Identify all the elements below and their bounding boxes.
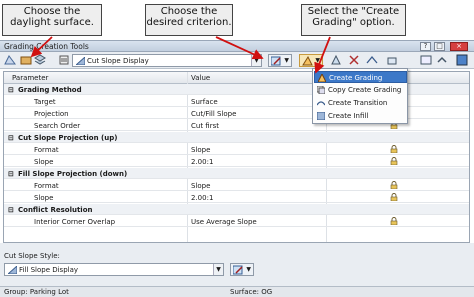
status-bar: Group: Parking Lot Surface: OG [0, 286, 474, 297]
parameter-value[interactable]: Cut first [191, 122, 219, 130]
restore-icon[interactable]: □ [434, 42, 445, 51]
collapse-icon[interactable] [436, 54, 448, 66]
layers-icon[interactable] [34, 54, 46, 66]
chevron-down-icon: ▼ [315, 57, 320, 64]
collapse-toggle-icon[interactable]: ⊟ [8, 170, 18, 178]
criteria-combo-value: Cut Slope Display [87, 57, 149, 65]
parameter-label: Cut Slope Projection (up) [18, 133, 118, 142]
chevron-down-icon[interactable]: ▼ [213, 264, 223, 275]
edit-criteria-button[interactable]: ▼ [268, 54, 292, 67]
slope-icon [76, 57, 85, 65]
parameter-label: Format [34, 181, 59, 190]
delete-grading-icon[interactable] [348, 54, 360, 66]
callout-create-grading: Select the "Create Grading" option. [301, 4, 406, 36]
parameter-value[interactable]: Slope [191, 182, 210, 190]
parameter-value[interactable]: 2.00:1 [191, 158, 213, 166]
parameter-value[interactable]: Surface [191, 98, 218, 106]
callout-daylight-surface: Choose the daylight surface. [2, 4, 102, 36]
grid-property-row[interactable]: Slope 2.00:1 [4, 156, 469, 167]
window-title: Grading Creation Tools [4, 42, 89, 51]
parameter-label: Conflict Resolution [18, 205, 93, 214]
callout-text: Choose the daylight surface. [10, 6, 94, 28]
grid-property-row[interactable]: Format Slope [4, 180, 469, 191]
grid-property-row[interactable]: Interior Corner Overlap Use Average Slope [4, 216, 469, 227]
menu-item-create-transition[interactable]: Create Transition [314, 97, 407, 109]
callout-criterion: Choose the desired criterion. [145, 4, 233, 36]
collapse-toggle-icon[interactable]: ⊟ [8, 86, 18, 94]
callout-text: Select the "Create Grading" option. [307, 6, 400, 28]
chevron-down-icon: ▼ [246, 266, 251, 273]
copy-grading-icon [317, 86, 325, 94]
menu-item-copy-create-grading[interactable]: Copy Create Grading [314, 84, 407, 96]
grid-property-row[interactable]: Slope 2.00:1 [4, 192, 469, 203]
infill-icon [317, 112, 325, 120]
lock-icon[interactable] [390, 145, 398, 153]
callout-text: Choose the desired criterion. [146, 6, 232, 28]
style-combo-value: Fill Slope Display [19, 266, 79, 274]
parameter-value[interactable]: 2.00:1 [191, 194, 213, 202]
parameter-label: Slope [34, 157, 54, 166]
menu-item-label: Copy Create Grading [328, 86, 402, 94]
status-group: Group: Parking Lot [4, 288, 69, 296]
lock-icon[interactable] [390, 193, 398, 201]
style-label: Cut Slope Style: [4, 252, 60, 260]
header-value: Value [191, 74, 211, 82]
parameter-label: Slope [34, 193, 54, 202]
chevron-down-icon[interactable]: ▼ [251, 55, 261, 66]
display-settings-icon[interactable] [420, 54, 432, 66]
edit-style-button[interactable]: ▼ [230, 263, 254, 276]
style-panel: Cut Slope Style: Fill Slope Display ▼ ▼ [0, 243, 474, 288]
parameter-label: Interior Corner Overlap [34, 217, 116, 226]
parameter-value[interactable]: Cut/Fill Slope [191, 110, 236, 118]
grid-property-row[interactable]: Format Slope [4, 144, 469, 155]
create-grading-icon [318, 74, 326, 82]
lock-icon[interactable] [390, 217, 398, 225]
edit-criteria-icon [271, 56, 281, 66]
chevron-down-icon: ▼ [284, 57, 289, 64]
parameter-label: Fill Slope Projection (down) [18, 169, 128, 178]
parameter-label: Projection [34, 109, 69, 118]
criteria-set-icon[interactable] [58, 54, 70, 66]
help-icon[interactable]: ? [420, 42, 431, 51]
parameter-label: Grading Method [18, 85, 82, 94]
edit-grading-icon[interactable] [330, 54, 342, 66]
create-grading-icon [302, 56, 313, 66]
grid-category-row[interactable]: ⊟ Conflict Resolution [4, 204, 469, 215]
style-combo[interactable]: Fill Slope Display ▼ [4, 263, 224, 276]
surface-select-icon[interactable] [20, 54, 32, 66]
edit-style-icon [233, 265, 243, 275]
window-titlebar: Grading Creation Tools ? □ × [0, 40, 474, 52]
parameter-value[interactable]: Use Average Slope [191, 218, 257, 226]
toolbar: Cut Slope Display ▼ ▼ ▼ [0, 52, 474, 69]
transition-icon [317, 101, 325, 106]
grid-category-row[interactable]: ⊟ Cut Slope Projection (up) [4, 132, 469, 143]
grid-category-row[interactable]: ⊟ Fill Slope Projection (down) [4, 168, 469, 179]
create-grading-menu: Create Grading Copy Create Grading Creat… [312, 68, 408, 124]
slope-icon [8, 266, 17, 274]
create-grading-button[interactable]: ▼ [299, 54, 323, 67]
menu-item-label: Create Transition [328, 99, 388, 107]
lock-icon[interactable] [390, 157, 398, 165]
expand-panel-icon[interactable] [456, 54, 468, 66]
edit-elevations-icon[interactable] [366, 54, 378, 66]
collapse-toggle-icon[interactable]: ⊟ [8, 206, 18, 214]
parameter-label: Target [34, 97, 56, 106]
grading-volume-icon[interactable] [386, 54, 398, 66]
parameter-value[interactable]: Slope [191, 146, 210, 154]
lock-icon[interactable] [390, 181, 398, 189]
criteria-combo[interactable]: Cut Slope Display ▼ [72, 54, 262, 67]
parameter-label: Format [34, 145, 59, 154]
parameter-label: Search Order [34, 121, 81, 130]
status-surface: Surface: OG [230, 288, 273, 296]
collapse-toggle-icon[interactable]: ⊟ [8, 134, 18, 142]
header-parameter: Parameter [12, 74, 49, 82]
close-icon[interactable]: × [450, 42, 468, 51]
menu-item-label: Create Grading [329, 74, 383, 82]
grading-group-icon[interactable] [4, 54, 16, 66]
menu-item-label: Create Infill [328, 112, 369, 120]
menu-item-create-grading[interactable]: Create Grading [314, 71, 407, 83]
menu-item-create-infill[interactable]: Create Infill [314, 110, 407, 122]
